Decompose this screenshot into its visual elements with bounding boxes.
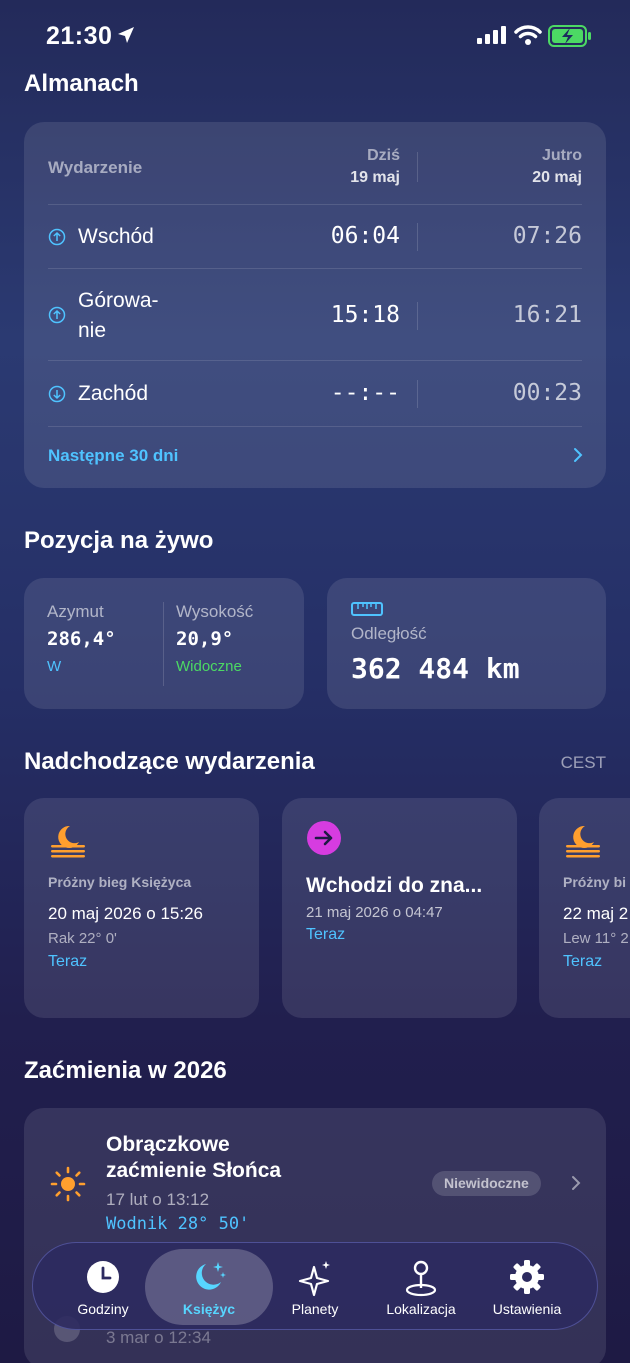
rise-today-time: 06:04 [330,223,400,249]
almanach-title: Almanach [24,70,139,97]
divider [48,268,582,269]
moon-stars-icon [196,1262,226,1290]
tab-planets[interactable]: Planety [263,1243,367,1331]
transit-label-line1: Górowa- [78,289,159,312]
event-now: Teraz [48,953,88,970]
tab-bar: Godziny Księżyc Planety Lokalizacja Usta… [32,1242,598,1330]
tab-label: Lokalizacja [386,1301,456,1317]
rise-tomorrow-time: 07:26 [512,223,582,249]
moonset-icon [51,825,85,858]
today-date: 19 maj [350,169,400,186]
column-divider [417,223,418,251]
event-column-header: Wydarzenie [48,158,143,177]
azimuth-altitude-card: Azymut 286,4° W Wysokość 20,9° Widoczne [24,578,304,709]
gear-icon [510,1260,544,1294]
eclipse-name-line2: zaćmienie Słońca [106,1159,282,1182]
azimuth-value: 286,4° [47,628,116,650]
tab-label: Ustawienia [492,1301,562,1317]
tab-label: Godziny [77,1301,129,1317]
tab-settings[interactable]: Ustawienia [475,1243,579,1331]
distance-card: Odległość 362 484 km [327,578,606,709]
divider [48,360,582,361]
almanach-card: Wydarzenie Dziś 19 maj Jutro 20 maj Wsch… [24,122,606,488]
tomorrow-column-header: Jutro 20 maj [476,147,582,187]
event-card[interactable]: Próżny bi 22 maj 2 Lew 11° 2 Teraz [539,798,630,1018]
column-divider [417,380,418,408]
eclipse-date: 17 lut o 13:12 [106,1190,210,1209]
column-divider [417,302,418,330]
cellular-signal-icon [477,26,506,44]
tomorrow-label: Jutro [542,147,582,164]
sun-icon [50,1166,86,1202]
timezone-label: CEST [560,753,606,772]
azimuth-label: Azymut [47,602,104,621]
visibility-status: Widoczne [176,658,242,675]
status-time: 21:30 [46,22,113,50]
today-column-header: Dziś 19 maj [306,147,400,187]
event-sign: Rak 22° 0' [48,930,117,947]
arrow-right-circle-icon [307,821,341,855]
eclipse-name: Obrączkowe zaćmienie Słońca [106,1132,281,1184]
tab-label: Księżyc [182,1301,236,1317]
upcoming-events-title: Nadchodzące wydarzenia [24,748,315,775]
event-kind: Próżny bi [563,874,627,890]
divider [48,426,582,427]
column-divider [417,152,418,182]
arrow-up-circle-icon [48,306,66,324]
divider [163,602,164,686]
wifi-icon [514,25,542,45]
event-title: Wchodzi do zna... [306,874,483,897]
eclipse-sign: Wodnik 28° 50' [106,1214,250,1234]
set-label: Zachód [78,382,149,405]
altitude-value: 20,9° [176,628,234,650]
status-bar: 21:30 [0,0,630,72]
event-date: 21 maj 2026 o 04:47 [306,904,443,921]
today-label: Dziś [367,147,400,164]
ruler-icon [351,602,383,616]
event-date: 22 maj 2 [563,904,629,923]
transit-label: Górowa- nie [78,286,159,346]
chevron-right-icon[interactable] [572,446,584,464]
tab-moon[interactable]: Księżyc [145,1243,273,1331]
sparkles-icon [298,1261,330,1297]
azimuth-direction: W [47,658,62,675]
distance-value: 362 484 km [351,652,520,685]
tomorrow-date: 20 maj [532,169,582,186]
event-now: Teraz [306,926,346,943]
transit-today-time: 15:18 [330,302,400,328]
event-card[interactable]: Próżny bieg Księżyca 20 maj 2026 o 15:26… [24,798,259,1018]
altitude-label: Wysokość [176,602,254,621]
divider [48,204,582,205]
location-pin-icon [405,1260,437,1297]
set-today-time: --:-- [330,380,400,406]
tab-location[interactable]: Lokalizacja [369,1243,473,1331]
eclipse-date-partial: 3 mar o 12:34 [106,1328,211,1347]
moonset-icon [566,825,600,858]
arrow-up-circle-icon [48,228,66,246]
eclipses-title: Zaćmienia w 2026 [24,1057,227,1084]
distance-label: Odległość [351,624,427,643]
set-tomorrow-time: 00:23 [512,380,582,406]
tab-hours[interactable]: Godziny [51,1243,155,1331]
event-now: Teraz [563,953,603,970]
transit-tomorrow-time: 16:21 [512,302,582,328]
live-position-title: Pozycja na żywo [24,527,214,554]
eclipse-name-line1: Obrączkowe [106,1133,230,1156]
tab-label: Planety [291,1301,339,1317]
transit-label-line2: nie [78,319,107,342]
chevron-right-icon[interactable] [570,1174,582,1192]
arrow-down-circle-icon [48,385,66,403]
event-date: 20 maj 2026 o 15:26 [48,904,204,923]
event-card[interactable]: Wchodzi do zna... 21 maj 2026 o 04:47 Te… [282,798,517,1018]
visibility-badge: Niewidoczne [432,1171,541,1196]
clock-icon [87,1261,119,1293]
next-30-days-link[interactable]: Następne 30 dni [48,446,178,466]
event-sign: Lew 11° 2 [563,930,629,947]
rise-label: Wschód [78,225,154,248]
location-arrow-icon [118,27,134,43]
event-kind: Próżny bieg Księżyca [48,874,192,890]
battery-charging-icon [548,25,591,47]
